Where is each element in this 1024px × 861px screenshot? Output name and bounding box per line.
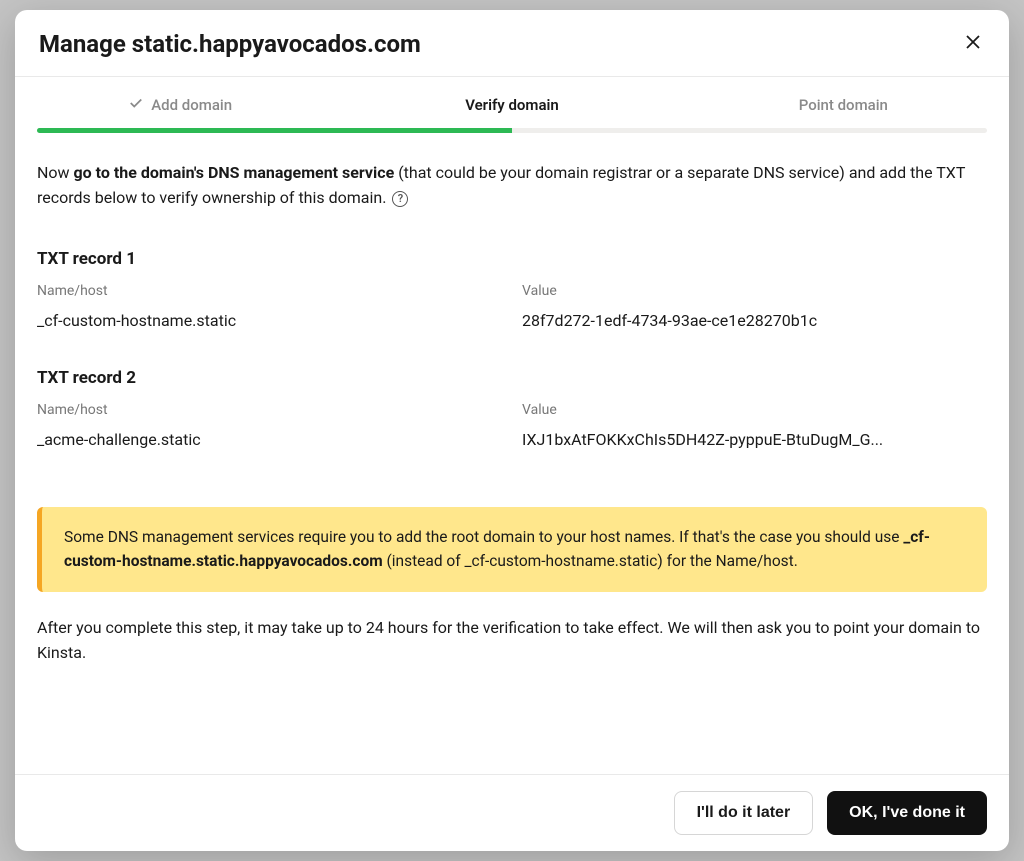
- step-point-domain[interactable]: Point domain: [678, 77, 1009, 128]
- modal-header: Manage static.happyavocados.com: [15, 10, 1009, 77]
- record-name-col: Name/host _acme-challenge.static: [37, 402, 502, 449]
- done-button[interactable]: OK, I've done it: [827, 791, 987, 835]
- warning-prefix: Some DNS management services require you…: [64, 528, 903, 546]
- warning-suffix: (instead of _cf-custom-hostname.static) …: [383, 552, 798, 570]
- footer-note: After you complete this step, it may tak…: [37, 616, 987, 666]
- field-value: 28f7d272-1edf-4734-93ae-ce1e28270b1c: [522, 311, 987, 330]
- field-value: _cf-custom-hostname.static: [37, 311, 502, 330]
- help-icon[interactable]: ?: [392, 191, 408, 207]
- intro-prefix: Now: [37, 163, 74, 182]
- field-label: Name/host: [37, 402, 502, 418]
- txt-record-1: TXT record 1 Name/host _cf-custom-hostna…: [37, 249, 987, 330]
- warning-box: Some DNS management services require you…: [37, 507, 987, 593]
- do-later-button[interactable]: I'll do it later: [674, 791, 814, 835]
- step-label: Verify domain: [465, 96, 559, 114]
- step-label: Point domain: [799, 96, 888, 114]
- step-verify-domain[interactable]: Verify domain: [346, 77, 677, 128]
- check-icon: [129, 96, 143, 114]
- txt-record-2: TXT record 2 Name/host _acme-challenge.s…: [37, 368, 987, 449]
- field-label: Value: [522, 402, 987, 418]
- record-value-col: Value 28f7d272-1edf-4734-93ae-ce1e28270b…: [522, 283, 987, 330]
- record-value-col: Value IXJ1bxAtFOKKxChIs5DH42Z-pyppuE-Btu…: [522, 402, 987, 449]
- intro-text: Now go to the domain's DNS management se…: [37, 161, 987, 211]
- field-label: Name/host: [37, 283, 502, 299]
- step-label: Add domain: [151, 96, 232, 114]
- close-button[interactable]: [961, 32, 985, 56]
- field-value: IXJ1bxAtFOKKxChIs5DH42Z-pyppuE-BtuDugM_G…: [522, 430, 987, 449]
- intro-bold: go to the domain's DNS management servic…: [74, 163, 395, 182]
- modal-title: Manage static.happyavocados.com: [39, 30, 421, 58]
- field-value: _acme-challenge.static: [37, 430, 502, 449]
- record-name-col: Name/host _cf-custom-hostname.static: [37, 283, 502, 330]
- modal-footer: I'll do it later OK, I've done it: [15, 774, 1009, 851]
- modal-body: Now go to the domain's DNS management se…: [15, 133, 1009, 774]
- field-label: Value: [522, 283, 987, 299]
- close-icon: [965, 33, 981, 56]
- record-title: TXT record 1: [37, 249, 987, 269]
- stepper: Add domain Verify domain Point domain: [15, 77, 1009, 128]
- step-add-domain[interactable]: Add domain: [15, 77, 346, 128]
- record-title: TXT record 2: [37, 368, 987, 388]
- modal: Manage static.happyavocados.com Add doma…: [15, 10, 1009, 851]
